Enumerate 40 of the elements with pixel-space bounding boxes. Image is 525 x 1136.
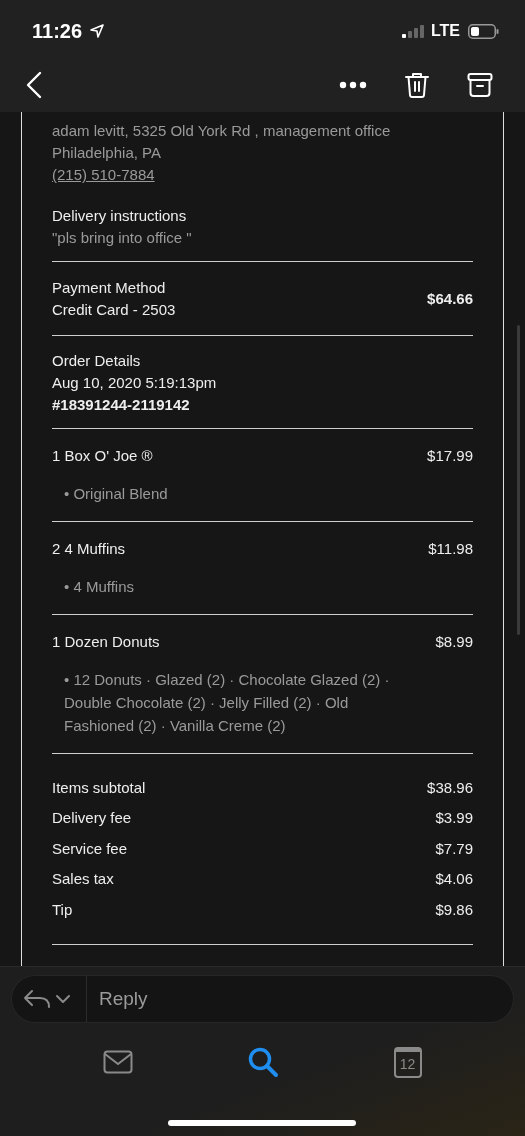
total-label: Service fee <box>52 838 128 859</box>
item-name: 2 4 Muffins <box>52 539 126 559</box>
total-value: $4.06 <box>435 869 473 890</box>
total-label: Items subtotal <box>52 778 146 798</box>
item-details: • Original Blend <box>63 484 169 504</box>
item-price: $17.99 <box>427 446 473 466</box>
battery-icon <box>468 23 499 39</box>
network-label: LTE <box>430 22 460 40</box>
total-value: $7.79 <box>435 838 473 859</box>
total-label: Tip <box>52 899 73 920</box>
total-value: $3.99 <box>435 808 473 829</box>
address-line: Philadelphia, PA <box>52 143 162 163</box>
item-details: • 12 Donuts · Glazed (2) · Chocolate Glazed (2) · Double Chocolate (2) · Jelly Filled (2) · Old Fashioned (2) · Vanilla Creme (2) <box>63 670 391 736</box>
address-line: adam levitt, 5325 Old York Rd , management office <box>52 121 392 141</box>
total-value: $9.86 <box>435 899 473 920</box>
section-title: Order Details <box>52 351 142 371</box>
section-title: Delivery instructions <box>52 206 188 226</box>
order-date: Aug 10, 2020 5:19:13pm <box>52 373 218 393</box>
calendar-tab[interactable]: 12 <box>377 1037 438 1087</box>
total-value: $38.96 <box>427 778 473 798</box>
signal-icon <box>400 24 425 38</box>
total-label: Sales tax <box>52 869 114 890</box>
reply-field[interactable]: Reply <box>87 975 514 1023</box>
status-time: 11:26 <box>32 19 83 43</box>
phone-link[interactable]: (215) 510-7884 <box>52 166 155 183</box>
section-title: Payment Method <box>52 278 167 298</box>
search-icon[interactable] <box>246 1046 279 1078</box>
item-name: 1 Box O' Joe ® <box>52 446 153 466</box>
payment-method: Credit Card - 2503 <box>52 300 176 320</box>
item-price: $11.98 <box>428 539 473 559</box>
total-label: Delivery fee <box>52 808 132 829</box>
payment-amount: $64.66 <box>427 289 473 309</box>
mail-icon[interactable] <box>102 1050 133 1074</box>
location-arrow-icon <box>90 24 105 38</box>
item-name: 1 Dozen Donuts <box>52 632 160 652</box>
reply-options-button[interactable] <box>11 975 87 1023</box>
item-details: • 4 Muffins <box>63 577 135 597</box>
delivery-instructions: "pls bring into office " <box>52 228 193 248</box>
item-price: $8.99 <box>435 632 473 652</box>
order-number: #18391244-2119142 <box>52 395 191 415</box>
